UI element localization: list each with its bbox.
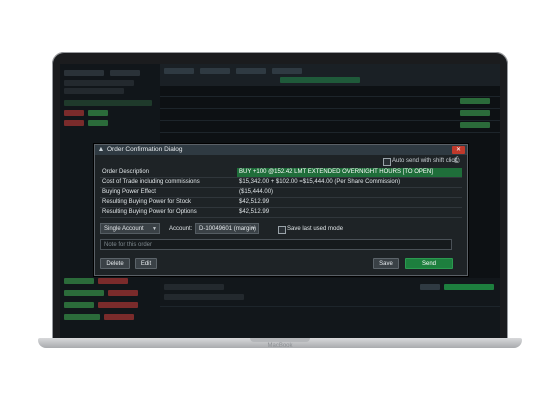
background-row: [64, 314, 100, 320]
edit-button[interactable]: Edit: [135, 258, 157, 269]
app-logo-icon: ▲: [97, 146, 105, 153]
background-row: [164, 294, 244, 300]
laptop-screen: ▲ Order Confirmation Dialog ✕ Auto send …: [60, 64, 500, 338]
background-value: [460, 110, 490, 116]
background-row: [64, 100, 152, 106]
save-last-mode-checkbox[interactable]: [278, 226, 286, 234]
background-button: [420, 284, 440, 290]
background-row: [104, 314, 134, 320]
row-value: $42,512.99: [239, 199, 270, 205]
row-value: $15,342.00 + $102.00 =$15,444.00 (Per Sh…: [239, 179, 401, 185]
row-label: Cost of Trade including commissions: [102, 179, 200, 185]
background-status-bar: [280, 77, 360, 83]
row-value: $42,512.99: [239, 209, 270, 215]
close-button[interactable]: ✕: [452, 146, 465, 154]
chevron-down-icon: ▼: [152, 226, 157, 232]
account-type-select[interactable]: Single Account ▼: [100, 223, 160, 234]
laptop-brand-label: MacBook: [267, 343, 293, 349]
background-grid-line: [160, 108, 500, 109]
background-grid-line: [160, 96, 500, 97]
background-grid-line: [160, 306, 500, 307]
background-row: [98, 302, 138, 308]
print-icon[interactable]: ⎙: [454, 157, 463, 165]
laptop-notch: [250, 338, 310, 342]
background-row: [64, 110, 84, 116]
background-header-bar: [110, 70, 140, 76]
row-label: Buying Power Effect: [102, 189, 156, 195]
row-value: BUY +100 @152.42 LMT EXTENDED OVERNIGHT …: [239, 169, 433, 175]
background-tab: [272, 68, 302, 74]
background-grid-line: [160, 132, 500, 133]
background-order-entry: [160, 278, 500, 338]
order-confirmation-dialog: ▲ Order Confirmation Dialog ✕ Auto send …: [94, 144, 468, 276]
background-button: [444, 284, 494, 290]
order-row-description: Order Description BUY +100 @152.42 LMT E…: [100, 168, 462, 178]
background-row: [108, 290, 138, 296]
background-row: [164, 284, 224, 290]
order-row-cost: Cost of Trade including commissions $15,…: [100, 178, 462, 188]
order-note-input[interactable]: Note for this order: [100, 239, 452, 250]
save-last-mode-label: Save last used mode: [287, 226, 344, 232]
background-grid-line: [160, 120, 500, 121]
background-tab: [236, 68, 266, 74]
row-label: Resulting Buying Power for Stock: [102, 199, 192, 205]
background-row: [64, 302, 94, 308]
background-row: [64, 88, 124, 94]
background-row: [64, 80, 134, 86]
background-tab: [200, 68, 230, 74]
row-label: Order Description: [102, 169, 150, 175]
background-value: [460, 122, 490, 128]
account-value: D-10049601 (margin): [199, 226, 257, 232]
background-row: [88, 110, 108, 116]
background-toolbar: [160, 64, 500, 86]
order-row-bp-stock: Resulting Buying Power for Stock $42,512…: [100, 198, 462, 208]
row-label: Resulting Buying Power for Options: [102, 209, 197, 215]
background-row: [98, 278, 128, 284]
auto-send-label: Auto send with shift click: [392, 158, 458, 164]
account-label: Account:: [169, 226, 193, 232]
background-header-bar: [64, 70, 104, 76]
background-value: [460, 98, 490, 104]
order-summary-table: Order Description BUY +100 @152.42 LMT E…: [100, 168, 462, 218]
auto-send-checkbox[interactable]: [383, 158, 391, 166]
account-select[interactable]: D-10049601 (margin) ▼: [195, 223, 259, 234]
dialog-titlebar[interactable]: ▲ Order Confirmation Dialog ✕: [95, 145, 467, 155]
background-row: [64, 120, 84, 126]
delete-button[interactable]: Delete: [100, 258, 130, 269]
chevron-down-icon: ▼: [251, 226, 256, 232]
save-button[interactable]: Save: [373, 258, 399, 269]
account-type-value: Single Account: [104, 226, 144, 232]
dialog-title: Order Confirmation Dialog: [107, 146, 183, 153]
row-value: ($15,444.00): [239, 189, 274, 195]
background-row: [64, 278, 94, 284]
order-row-bp-options: Resulting Buying Power for Options $42,5…: [100, 208, 462, 218]
account-controls: Single Account ▼ Account: D-10049601 (ma…: [100, 223, 462, 235]
background-tab: [164, 68, 194, 74]
send-button[interactable]: Send: [405, 258, 453, 269]
background-row: [88, 120, 108, 126]
order-row-bp-effect: Buying Power Effect ($15,444.00): [100, 188, 462, 198]
background-row: [64, 290, 104, 296]
